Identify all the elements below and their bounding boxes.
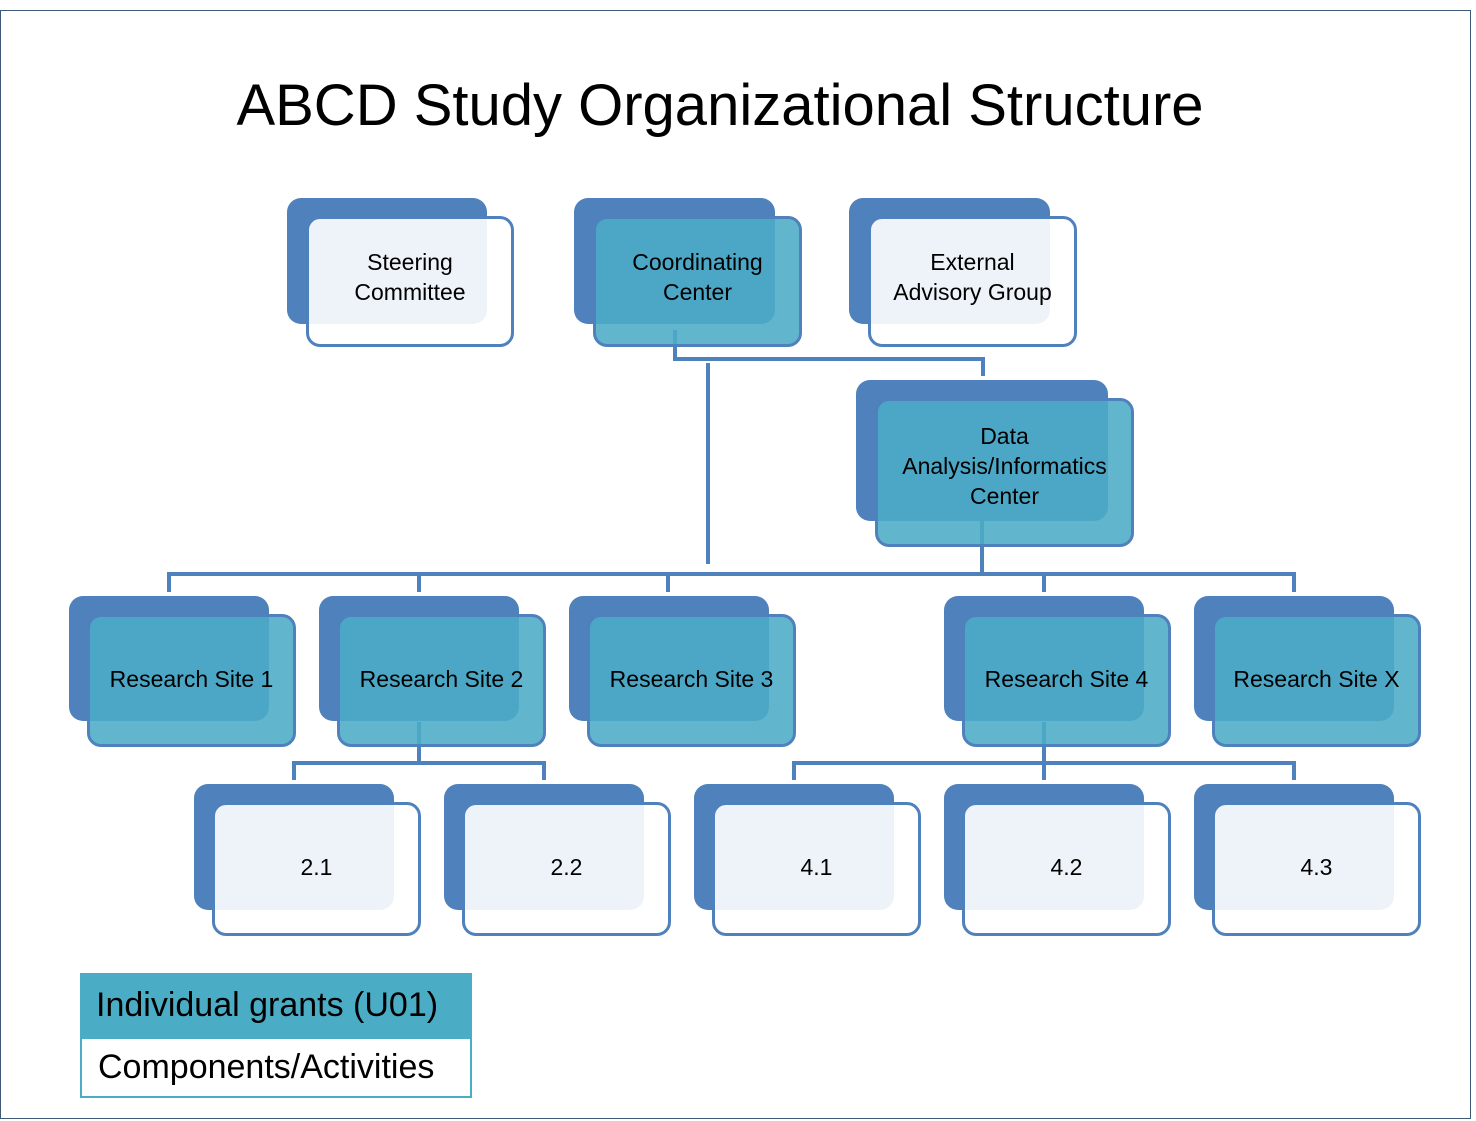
node-label: Steering Committee bbox=[354, 249, 466, 305]
node-label: Research Site X bbox=[1233, 666, 1400, 692]
node-label: Data Analysis/Informatics Center bbox=[902, 423, 1107, 509]
node-label: Research Site 2 bbox=[359, 666, 524, 692]
node-label: 2.2 bbox=[550, 854, 583, 880]
node-label: Research Site 3 bbox=[609, 666, 774, 692]
node-label: 4.3 bbox=[1300, 854, 1333, 880]
node-label: 4.2 bbox=[1050, 854, 1083, 880]
node-label: Research Site 4 bbox=[984, 666, 1149, 692]
node-label: External Advisory Group bbox=[893, 249, 1052, 305]
legend-individual-grants: Individual grants (U01) bbox=[80, 973, 472, 1037]
node-label: Research Site 1 bbox=[109, 666, 274, 692]
connector-lines bbox=[167, 330, 1296, 780]
node-label: 4.1 bbox=[800, 854, 833, 880]
node-label: 2.1 bbox=[300, 854, 333, 880]
node-label: Coordinating Center bbox=[632, 249, 763, 305]
legend-components-activities: Components/Activities bbox=[80, 1037, 472, 1098]
connector-site2-bus bbox=[292, 761, 546, 780]
connector-sites-bus bbox=[167, 572, 1296, 592]
